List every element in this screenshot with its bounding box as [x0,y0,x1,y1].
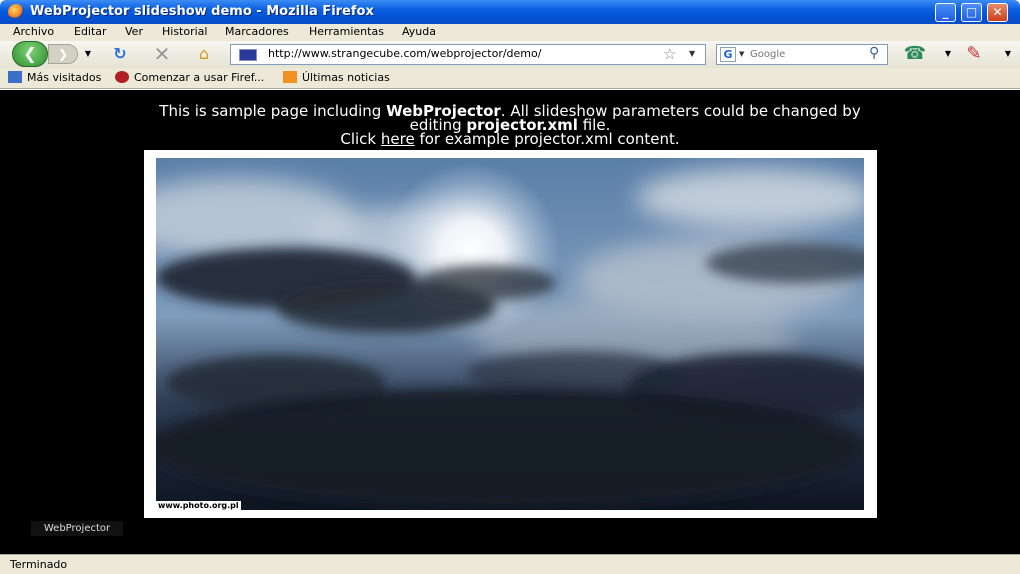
url-bar[interactable]: http://www.strangecube.com/webprojector/… [230,44,706,65]
addon2-dropdown-icon[interactable]: ▼ [1002,43,1014,65]
menu-historial[interactable]: Historial [162,25,207,38]
intro-text-part: for example projector.xml content. [414,130,680,148]
title-bar: WebProjector slideshow demo - Mozilla Fi… [0,0,1020,24]
bookmark-ultimas-noticias[interactable]: Últimas noticias [283,71,390,84]
forward-arrow-icon: ❯ [57,47,69,61]
slideshow-photo[interactable]: www.photo.org.pl [156,158,864,510]
menu-editar[interactable]: Editar [74,25,107,38]
search-icon[interactable]: ⚲ [869,45,879,61]
window-title: WebProjector slideshow demo - Mozilla Fi… [30,4,374,19]
home-icon[interactable]: ⌂ [192,43,216,65]
site-favicon-icon [239,49,257,61]
bookmark-mas-visitados[interactable]: Más visitados [8,71,101,84]
history-dropdown-icon[interactable]: ▼ [82,43,94,65]
search-input[interactable] [750,47,868,62]
translate-addon-icon[interactable]: ✎ [960,43,988,65]
menu-ayuda[interactable]: Ayuda [402,25,436,38]
close-button[interactable]: ✕ [987,3,1008,22]
here-link[interactable]: here [381,130,415,148]
minimize-icon: _ [942,5,949,19]
url-text: http://www.strangecube.com/webprojector/… [268,47,542,60]
maximize-icon: □ [965,5,978,19]
webprojector-logo[interactable]: WebProjector [31,521,123,536]
status-bar: Terminado [0,554,1020,574]
intro-text-part: This is sample page including [159,102,387,120]
bookmark-label: Comenzar a usar Firef... [134,71,265,84]
forward-button[interactable]: ❯ [48,44,78,64]
firefox-logo-icon [8,4,24,20]
bookmark-label: Más visitados [27,71,102,84]
menu-bar: Archivo Editar Ver Historial Marcadores … [0,24,1020,41]
google-engine-icon[interactable]: G [720,47,736,62]
page-content: This is sample page including WebProject… [0,90,1020,554]
navigation-toolbar: ❮ ❯ ▼ ↻ ✕ ⌂ http://www.strangecube.com/w… [0,41,1020,68]
engine-dropdown-icon[interactable]: ▼ [739,50,744,58]
menu-herramientas[interactable]: Herramientas [309,25,384,38]
firefox-bookmark-icon [115,71,129,83]
reload-icon[interactable]: ↻ [108,43,132,65]
url-dropdown-icon[interactable]: ▼ [689,49,695,58]
back-arrow-icon: ❮ [23,44,37,63]
search-box[interactable]: G ▼ ⚲ [716,44,888,65]
intro-text-part: Click [340,130,381,148]
rss-feed-icon [283,71,297,83]
addon-dropdown-icon[interactable]: ▼ [942,43,954,65]
stop-icon[interactable]: ✕ [150,43,174,65]
smart-folder-icon [8,71,22,83]
close-icon: ✕ [992,5,1003,19]
maximize-button[interactable]: □ [961,3,982,22]
status-text: Terminado [10,558,68,571]
sky-clouds-image [156,158,864,510]
menu-archivo[interactable]: Archivo [13,25,54,38]
bookmarks-toolbar: Más visitados Comenzar a usar Firef... Ú… [0,68,1020,89]
menu-ver[interactable]: Ver [125,25,143,38]
bookmark-comenzar[interactable]: Comenzar a usar Firef... [115,71,264,84]
intro-text: This is sample page including WebProject… [0,102,1020,148]
bookmark-star-icon[interactable]: ☆ [663,45,676,63]
slideshow-frame: www.photo.org.pl [144,150,877,518]
menu-marcadores[interactable]: Marcadores [225,25,289,38]
minimize-button[interactable]: _ [935,3,956,22]
back-button[interactable]: ❮ [12,41,48,67]
skype-addon-icon[interactable]: ☎ [900,43,930,65]
bookmark-label: Últimas noticias [302,71,390,84]
photo-credit: www.photo.org.pl [156,501,241,510]
